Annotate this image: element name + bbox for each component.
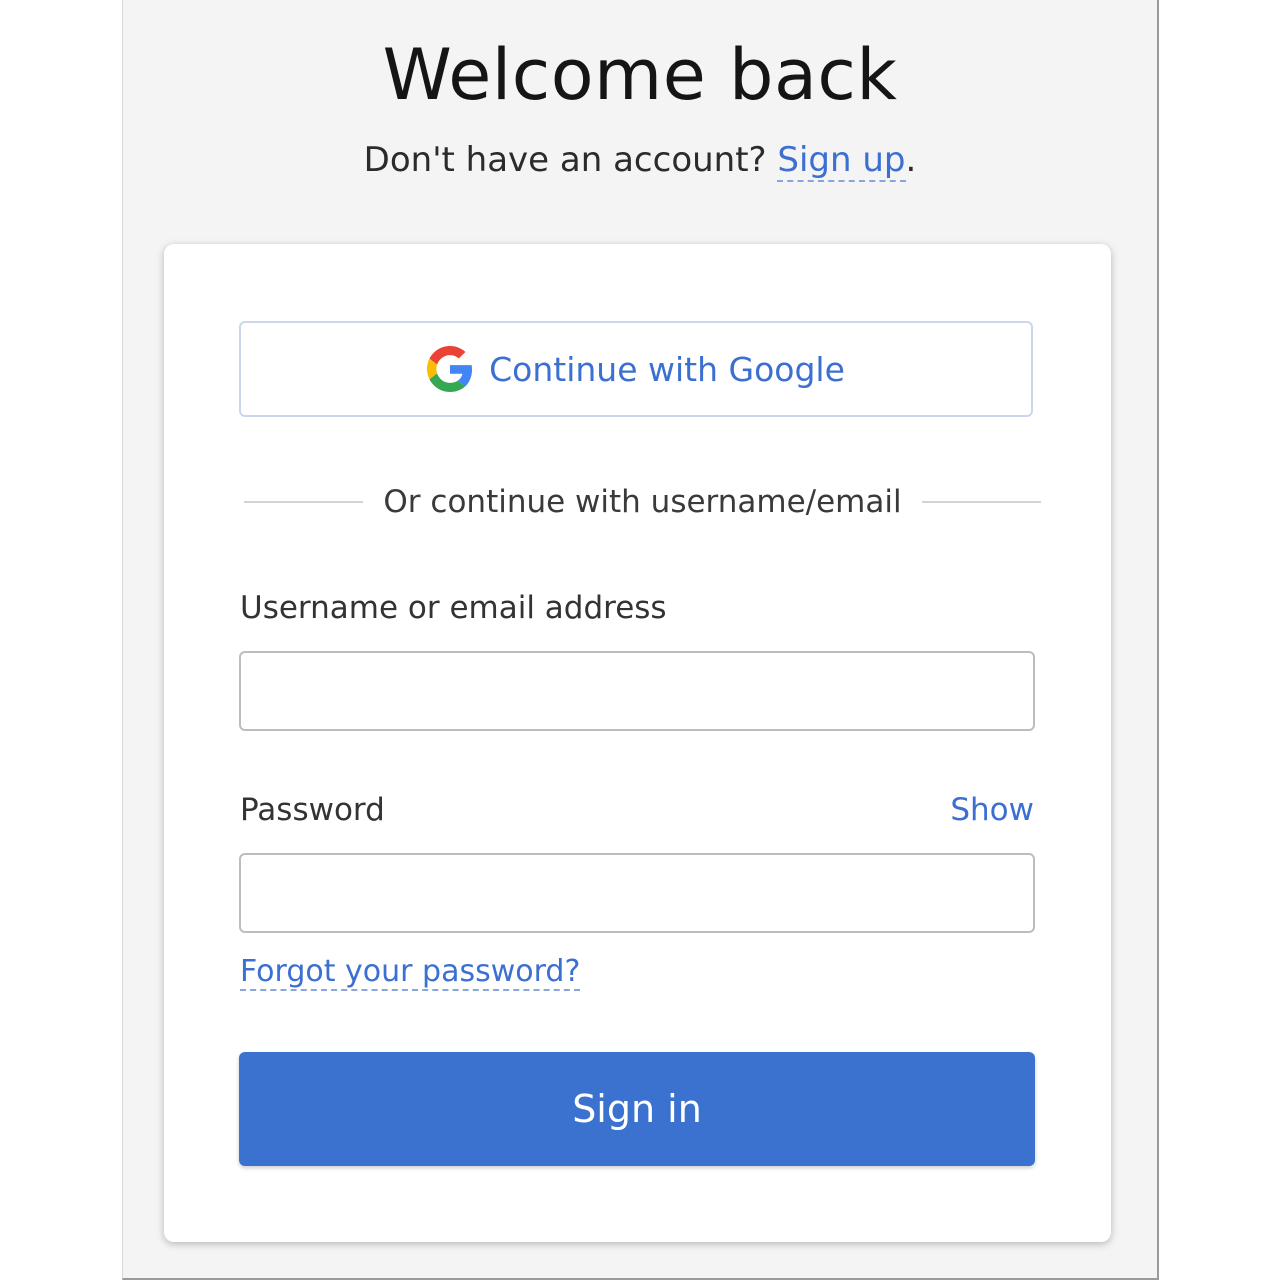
page-frame: Welcome back Don't have an account? Sign…	[122, 0, 1159, 1280]
username-input[interactable]	[239, 651, 1035, 731]
login-card: Continue with Google Or continue with us…	[164, 244, 1111, 1242]
divider-line-left	[244, 501, 364, 503]
username-label: Username or email address	[240, 590, 667, 626]
google-icon	[427, 346, 473, 392]
continue-with-google-button[interactable]: Continue with Google	[239, 321, 1033, 417]
show-password-toggle[interactable]: Show	[950, 792, 1034, 828]
page-title: Welcome back	[382, 34, 898, 116]
signup-prompt: Don't have an account? Sign up.	[123, 140, 1157, 182]
signup-link[interactable]: Sign up	[777, 140, 906, 182]
signup-prompt-text: Don't have an account?	[363, 140, 767, 180]
or-divider: Or continue with username/email	[244, 480, 1042, 524]
signup-prompt-period: .	[905, 140, 917, 180]
google-button-label: Continue with Google	[489, 349, 845, 389]
divider-line-right	[921, 501, 1042, 503]
forgot-password-link[interactable]: Forgot your password?	[240, 954, 581, 991]
password-input[interactable]	[239, 853, 1035, 933]
password-label: Password	[240, 792, 385, 828]
divider-text: Or continue with username/email	[383, 484, 902, 520]
sign-in-button[interactable]: Sign in	[239, 1052, 1035, 1166]
